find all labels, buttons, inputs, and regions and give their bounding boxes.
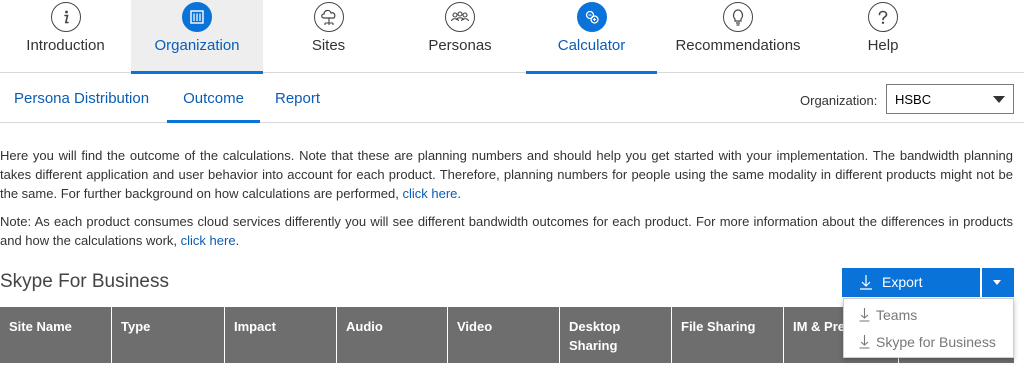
nav-tab-recommendations[interactable]: Recommendations	[657, 0, 819, 73]
building-icon	[182, 2, 212, 32]
nav-tab-label: Introduction	[26, 37, 105, 54]
column-header-video[interactable]: Video	[448, 307, 560, 363]
export-dropdown-toggle[interactable]	[982, 268, 1014, 297]
menu-item-label: Teams	[876, 307, 918, 323]
question-icon	[868, 2, 898, 32]
intro-suffix: .	[457, 186, 462, 201]
nav-tab-label: Personas	[428, 37, 492, 54]
column-header-audio[interactable]: Audio	[337, 307, 448, 363]
export-menu-item-skype-for-business[interactable]: Skype for Business	[844, 330, 1013, 354]
column-header-desktop-sharing[interactable]: Desktop Sharing	[560, 307, 672, 363]
info-icon	[50, 2, 81, 32]
subtab-outcome[interactable]: Outcome	[167, 74, 260, 123]
download-icon	[859, 334, 870, 352]
chevron-down-icon	[993, 96, 1005, 103]
nav-tab-label: Help	[867, 37, 899, 54]
note-text: Note: As each product consumes cloud ser…	[0, 214, 1013, 248]
lightbulb-icon	[723, 2, 753, 32]
column-header-impact[interactable]: Impact	[225, 307, 337, 363]
nav-tab-help[interactable]: Help	[819, 0, 947, 73]
export-button[interactable]: Export	[842, 268, 980, 297]
menu-item-label: Skype for Business	[876, 334, 996, 350]
section-title: Skype For Business	[0, 271, 169, 292]
organization-select[interactable]: HSBC	[886, 84, 1014, 114]
people-group-icon	[445, 2, 475, 32]
nav-tab-label: Organization	[154, 37, 240, 54]
note-paragraph: Note: As each product consumes cloud ser…	[0, 212, 1013, 250]
nav-tab-personas[interactable]: Personas	[394, 0, 526, 73]
nav-tab-sites[interactable]: Sites	[263, 0, 394, 73]
column-header-file-sharing[interactable]: File Sharing	[672, 307, 784, 363]
nav-tab-label: Sites	[311, 37, 346, 54]
export-label: Export	[882, 274, 923, 290]
chevron-down-icon	[993, 280, 1001, 285]
subtab-report[interactable]: Report	[275, 74, 325, 123]
intro-paragraph: Here you will find the outcome of the ca…	[0, 146, 1013, 203]
nav-tab-label: Recommendations	[675, 37, 801, 54]
subtab-persona-distribution[interactable]: Persona Distribution	[14, 74, 154, 123]
cloud-network-icon	[313, 2, 344, 32]
top-navigation: Introduction Organization Sites Personas…	[0, 0, 1024, 74]
nav-tab-introduction[interactable]: Introduction	[0, 0, 131, 73]
organization-value: HSBC	[895, 92, 932, 107]
calculator-icon	[576, 2, 607, 32]
nav-tab-organization[interactable]: Organization	[131, 0, 263, 74]
sub-navigation: Persona Distribution Outcome Report Orga…	[0, 74, 1024, 123]
note-suffix: .	[235, 233, 240, 248]
download-icon	[859, 274, 873, 293]
intro-click-here-link[interactable]: click here	[403, 186, 458, 201]
download-icon	[859, 307, 870, 325]
export-menu: Teams Skype for Business	[843, 298, 1014, 358]
note-click-here-link[interactable]: click here	[181, 233, 236, 248]
column-header-type[interactable]: Type	[112, 307, 225, 363]
nav-tab-calculator[interactable]: Calculator	[526, 0, 657, 74]
nav-tab-label: Calculator	[557, 37, 626, 54]
export-menu-item-teams[interactable]: Teams	[844, 303, 1013, 327]
organization-label: Organization:	[800, 93, 878, 108]
intro-text: Here you will find the outcome of the ca…	[0, 148, 1013, 201]
column-header-site-name[interactable]: Site Name	[0, 307, 112, 363]
